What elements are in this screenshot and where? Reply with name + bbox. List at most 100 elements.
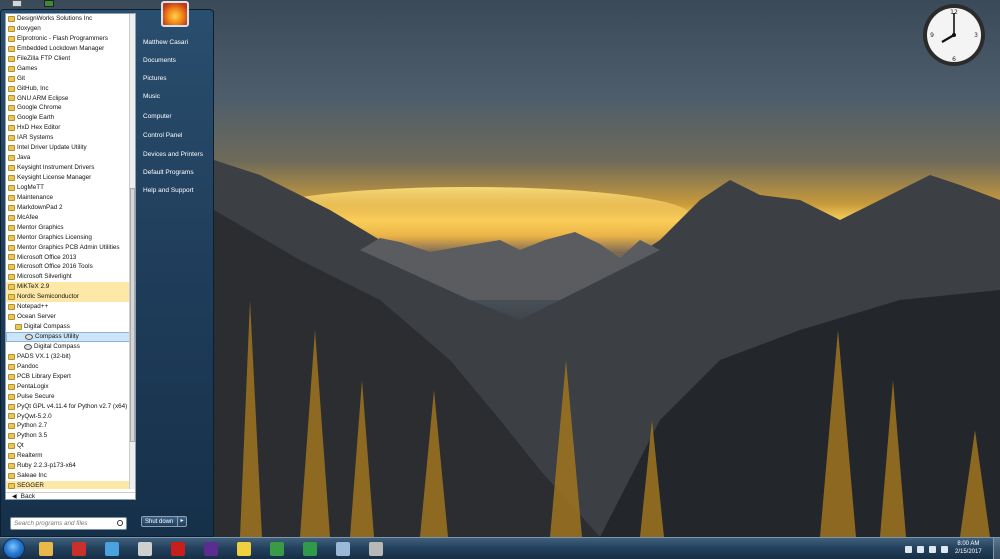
- program-folder[interactable]: PyQt GPL v4.11.4 for Python v2.7 (x64): [6, 402, 130, 412]
- program-folder[interactable]: Microsoft Office 2013: [6, 253, 130, 263]
- program-folder[interactable]: Git: [6, 74, 130, 84]
- display-icon[interactable]: [917, 545, 924, 553]
- program-folder[interactable]: McAfee: [6, 213, 130, 223]
- program-label: Microsoft Office 2016 Tools: [17, 263, 93, 271]
- program-folder[interactable]: Mentor Graphics: [6, 223, 130, 233]
- music-link[interactable]: Music: [143, 93, 160, 100]
- program-label: LogMeTT: [17, 183, 44, 191]
- taskbar-calculator-button[interactable]: [130, 539, 160, 558]
- program-folder[interactable]: Pandoc: [6, 362, 130, 372]
- program-folder[interactable]: Qt: [6, 441, 130, 451]
- scrollbar-thumb[interactable]: [130, 188, 135, 442]
- devices-printers-link[interactable]: Devices and Printers: [143, 151, 203, 158]
- program-shortcut[interactable]: Compass Utility: [6, 332, 130, 342]
- folder-icon: [8, 304, 15, 311]
- program-label: Ruby 2.2.3-p173-x64: [17, 462, 76, 470]
- program-folder[interactable]: Google Chrome: [6, 103, 130, 113]
- program-folder[interactable]: HxD Hex Editor: [6, 123, 130, 133]
- folder-icon: [8, 125, 15, 132]
- default-programs-link[interactable]: Default Programs: [143, 169, 194, 176]
- system-tray: [905, 541, 948, 557]
- program-folder[interactable]: LogMeTT: [6, 183, 130, 193]
- program-folder[interactable]: PADS VX.1 (32-bit): [6, 352, 130, 362]
- program-folder[interactable]: Microsoft Office 2016 Tools: [6, 262, 130, 272]
- shutdown-button[interactable]: Shut down ▸: [141, 516, 187, 527]
- pdf-icon: [171, 541, 185, 556]
- taskbar-compass-app-button[interactable]: [328, 539, 358, 558]
- app-icon: [24, 343, 32, 350]
- program-folder[interactable]: Notepad++: [6, 302, 130, 312]
- taskbar-maps-button[interactable]: [97, 539, 127, 558]
- shutdown-label: Shut down: [145, 518, 174, 525]
- back-button[interactable]: ◀ Back: [6, 492, 135, 500]
- network-icon[interactable]: [44, 0, 54, 7]
- program-folder[interactable]: PyQwt-5.2.0: [6, 412, 130, 422]
- program-folder[interactable]: Embedded Lockdown Manager: [6, 44, 130, 54]
- user-link[interactable]: Matthew Casari: [143, 39, 188, 46]
- program-label: Microsoft Office 2013: [17, 253, 77, 261]
- program-folder[interactable]: Microsoft Silverlight: [6, 272, 130, 282]
- show-desktop-button[interactable]: [993, 538, 1000, 559]
- taskbar-apps-button[interactable]: [64, 539, 94, 558]
- folder-icon: [15, 324, 22, 331]
- program-folder[interactable]: Nordic Semiconductor: [6, 292, 130, 303]
- program-folder[interactable]: doxygen: [6, 24, 130, 34]
- program-folder[interactable]: Pulse Secure: [6, 392, 130, 402]
- folder-icon: [8, 224, 15, 231]
- program-folder[interactable]: IAR Systems: [6, 133, 130, 143]
- control-panel-link[interactable]: Control Panel: [143, 132, 182, 139]
- program-folder[interactable]: SEGGER: [6, 481, 130, 489]
- program-folder[interactable]: Ocean Server: [6, 312, 130, 322]
- program-folder[interactable]: GitHub, Inc: [6, 84, 130, 94]
- program-folder[interactable]: PCB Library Expert: [6, 372, 130, 382]
- programs-scrollbar[interactable]: [129, 14, 135, 489]
- program-folder[interactable]: Saleae Inc: [6, 471, 130, 481]
- program-folder[interactable]: PentaLogix: [6, 382, 130, 392]
- taskbar-pdf-button[interactable]: [163, 539, 193, 558]
- taskbar-tool-button[interactable]: [361, 539, 391, 558]
- program-folder[interactable]: Google Earth: [6, 113, 130, 123]
- app-icon: [25, 333, 33, 340]
- taskbar-explorer-button[interactable]: [31, 539, 61, 558]
- program-folder[interactable]: DesignWorks Solutions Inc: [6, 14, 130, 24]
- program-folder[interactable]: Ruby 2.2.3-p173-x64: [6, 461, 130, 471]
- program-folder[interactable]: Games: [6, 64, 130, 74]
- program-folder[interactable]: FileZilla FTP Client: [6, 54, 130, 64]
- program-folder[interactable]: Digital Compass: [6, 322, 130, 332]
- program-folder[interactable]: Realterm: [6, 451, 130, 461]
- program-folder[interactable]: Python 3.5: [6, 431, 130, 441]
- user-avatar[interactable]: [161, 1, 189, 27]
- program-folder[interactable]: Python 2.7: [6, 421, 130, 431]
- computer-icon[interactable]: [12, 0, 22, 7]
- flag-icon[interactable]: [905, 545, 912, 553]
- taskbar-globe-button[interactable]: [295, 539, 325, 558]
- program-folder[interactable]: Mentor Graphics PCB Admin Utilities: [6, 243, 130, 253]
- program-folder[interactable]: Mentor Graphics Licensing: [6, 233, 130, 243]
- program-folder[interactable]: Intel Driver Update Utility: [6, 143, 130, 153]
- program-folder[interactable]: Keysight Instrument Drivers: [6, 163, 130, 173]
- program-shortcut[interactable]: Digital Compass: [6, 342, 130, 352]
- taskbar-visual-studio-button[interactable]: [196, 539, 226, 558]
- taskbar-sticky-notes-button[interactable]: [229, 539, 259, 558]
- shutdown-options-icon[interactable]: ▸: [177, 517, 186, 526]
- network-tray-icon[interactable]: [929, 545, 936, 553]
- program-folder[interactable]: MarkdownPad 2: [6, 203, 130, 213]
- folder-icon: [8, 75, 15, 82]
- computer-link[interactable]: Computer: [143, 113, 172, 120]
- tray-clock[interactable]: 8:00 AM 2/15/2017: [955, 540, 982, 556]
- program-folder[interactable]: Keysight License Manager: [6, 173, 130, 183]
- help-support-link[interactable]: Help and Support: [143, 187, 194, 194]
- pictures-link[interactable]: Pictures: [143, 75, 166, 82]
- start-button[interactable]: [3, 538, 25, 559]
- taskbar-chrome-button[interactable]: [262, 539, 292, 558]
- volume-icon[interactable]: [941, 545, 948, 553]
- search-input[interactable]: Search programs and files: [10, 517, 127, 530]
- program-folder[interactable]: MiKTeX 2.9: [6, 282, 130, 293]
- documents-link[interactable]: Documents: [143, 57, 176, 64]
- program-folder[interactable]: Maintenance: [6, 193, 130, 203]
- program-folder[interactable]: Elprotronic - Flash Programmers: [6, 34, 130, 44]
- program-folder[interactable]: GNU ARM Eclipse: [6, 94, 130, 104]
- clock-gadget[interactable]: 12369: [921, 2, 987, 68]
- program-folder[interactable]: Java: [6, 153, 130, 163]
- back-arrow-icon: ◀: [12, 494, 17, 500]
